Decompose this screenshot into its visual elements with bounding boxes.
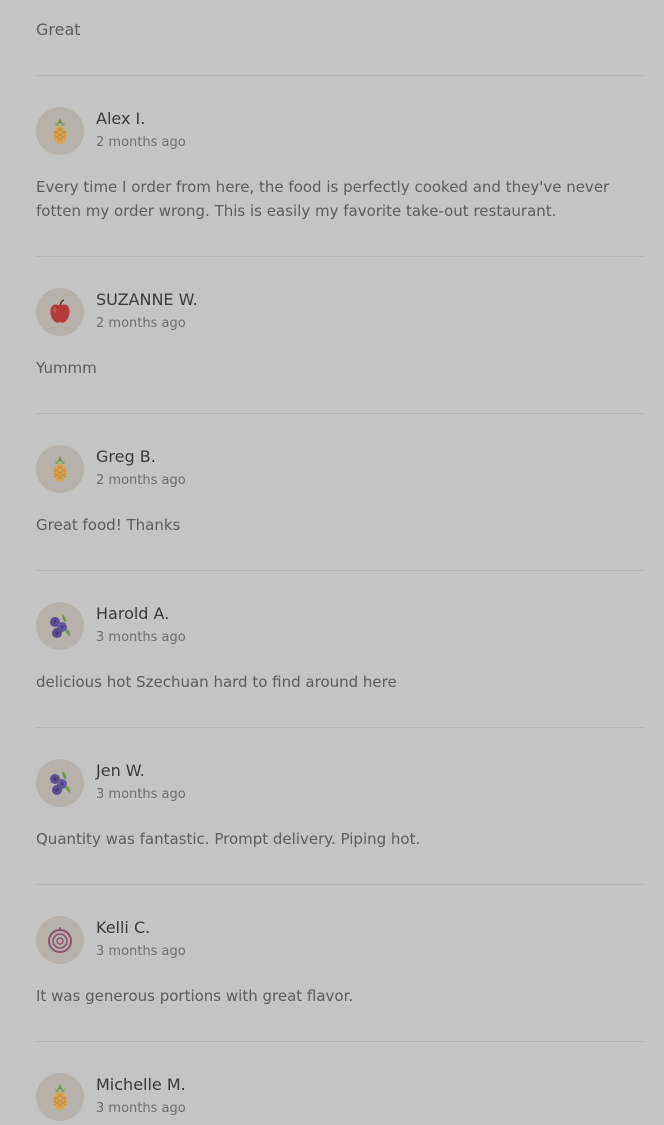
avatar xyxy=(36,288,84,336)
pineapple-icon xyxy=(45,116,75,146)
apple-icon xyxy=(45,297,75,327)
review-item: Jen W. 3 months ago Quantity was fantast… xyxy=(36,759,644,855)
divider xyxy=(36,75,644,76)
avatar xyxy=(36,602,84,650)
review-time: 2 months ago xyxy=(96,473,186,488)
review-text: Every time I order from here, the food i… xyxy=(36,178,610,220)
divider xyxy=(36,727,644,728)
review-item: Harold A. 3 months ago delicious hot Sze… xyxy=(36,602,644,698)
divider xyxy=(36,570,644,571)
review-text: It was generous portions with great flav… xyxy=(36,987,354,1005)
divider xyxy=(36,1041,644,1042)
blueberry-icon xyxy=(45,611,75,641)
reviewer-name: Kelli C. xyxy=(96,918,151,937)
review-time: 3 months ago xyxy=(96,630,186,645)
reviewer-name: Jen W. xyxy=(96,761,145,780)
review-time: 3 months ago xyxy=(96,1101,186,1116)
pineapple-icon xyxy=(45,1082,75,1112)
review-time: 2 months ago xyxy=(96,135,186,150)
avatar xyxy=(36,759,84,807)
reviewer-name: Michelle M. xyxy=(96,1075,186,1094)
avatar xyxy=(36,916,84,964)
reviewer-name: Greg B. xyxy=(96,447,156,466)
review-text: Quantity was fantastic. Prompt delivery.… xyxy=(36,830,421,848)
avatar xyxy=(36,445,84,493)
pineapple-icon xyxy=(45,454,75,484)
review-item: Alex I. 2 months ago Every time I order … xyxy=(36,107,644,227)
review-text: Great food! Thanks xyxy=(36,516,181,534)
blueberry-icon xyxy=(45,768,75,798)
reviewer-name: SUZANNE W. xyxy=(96,290,198,309)
review-item: Greg B. 2 months ago Great food! Thanks xyxy=(36,445,644,541)
onion-icon xyxy=(45,925,75,955)
review-text: Yummm xyxy=(36,359,97,377)
review-item: Kelli C. 3 months ago It was generous po… xyxy=(36,916,644,1012)
review-text: Great xyxy=(36,20,81,39)
review-item: SUZANNE W. 2 months ago Yummm xyxy=(36,288,644,384)
divider xyxy=(36,256,644,257)
review-time: 3 months ago xyxy=(96,944,186,959)
review-time: 3 months ago xyxy=(96,787,186,802)
review-text: delicious hot Szechuan hard to find arou… xyxy=(36,673,397,691)
review-item: Michelle M. 3 months ago xyxy=(36,1073,644,1125)
reviewer-name: Harold A. xyxy=(96,604,170,623)
reviewer-name: Alex I. xyxy=(96,109,146,128)
divider xyxy=(36,413,644,414)
divider xyxy=(36,884,644,885)
review-time: 2 months ago xyxy=(96,316,186,331)
avatar xyxy=(36,1073,84,1121)
avatar xyxy=(36,107,84,155)
